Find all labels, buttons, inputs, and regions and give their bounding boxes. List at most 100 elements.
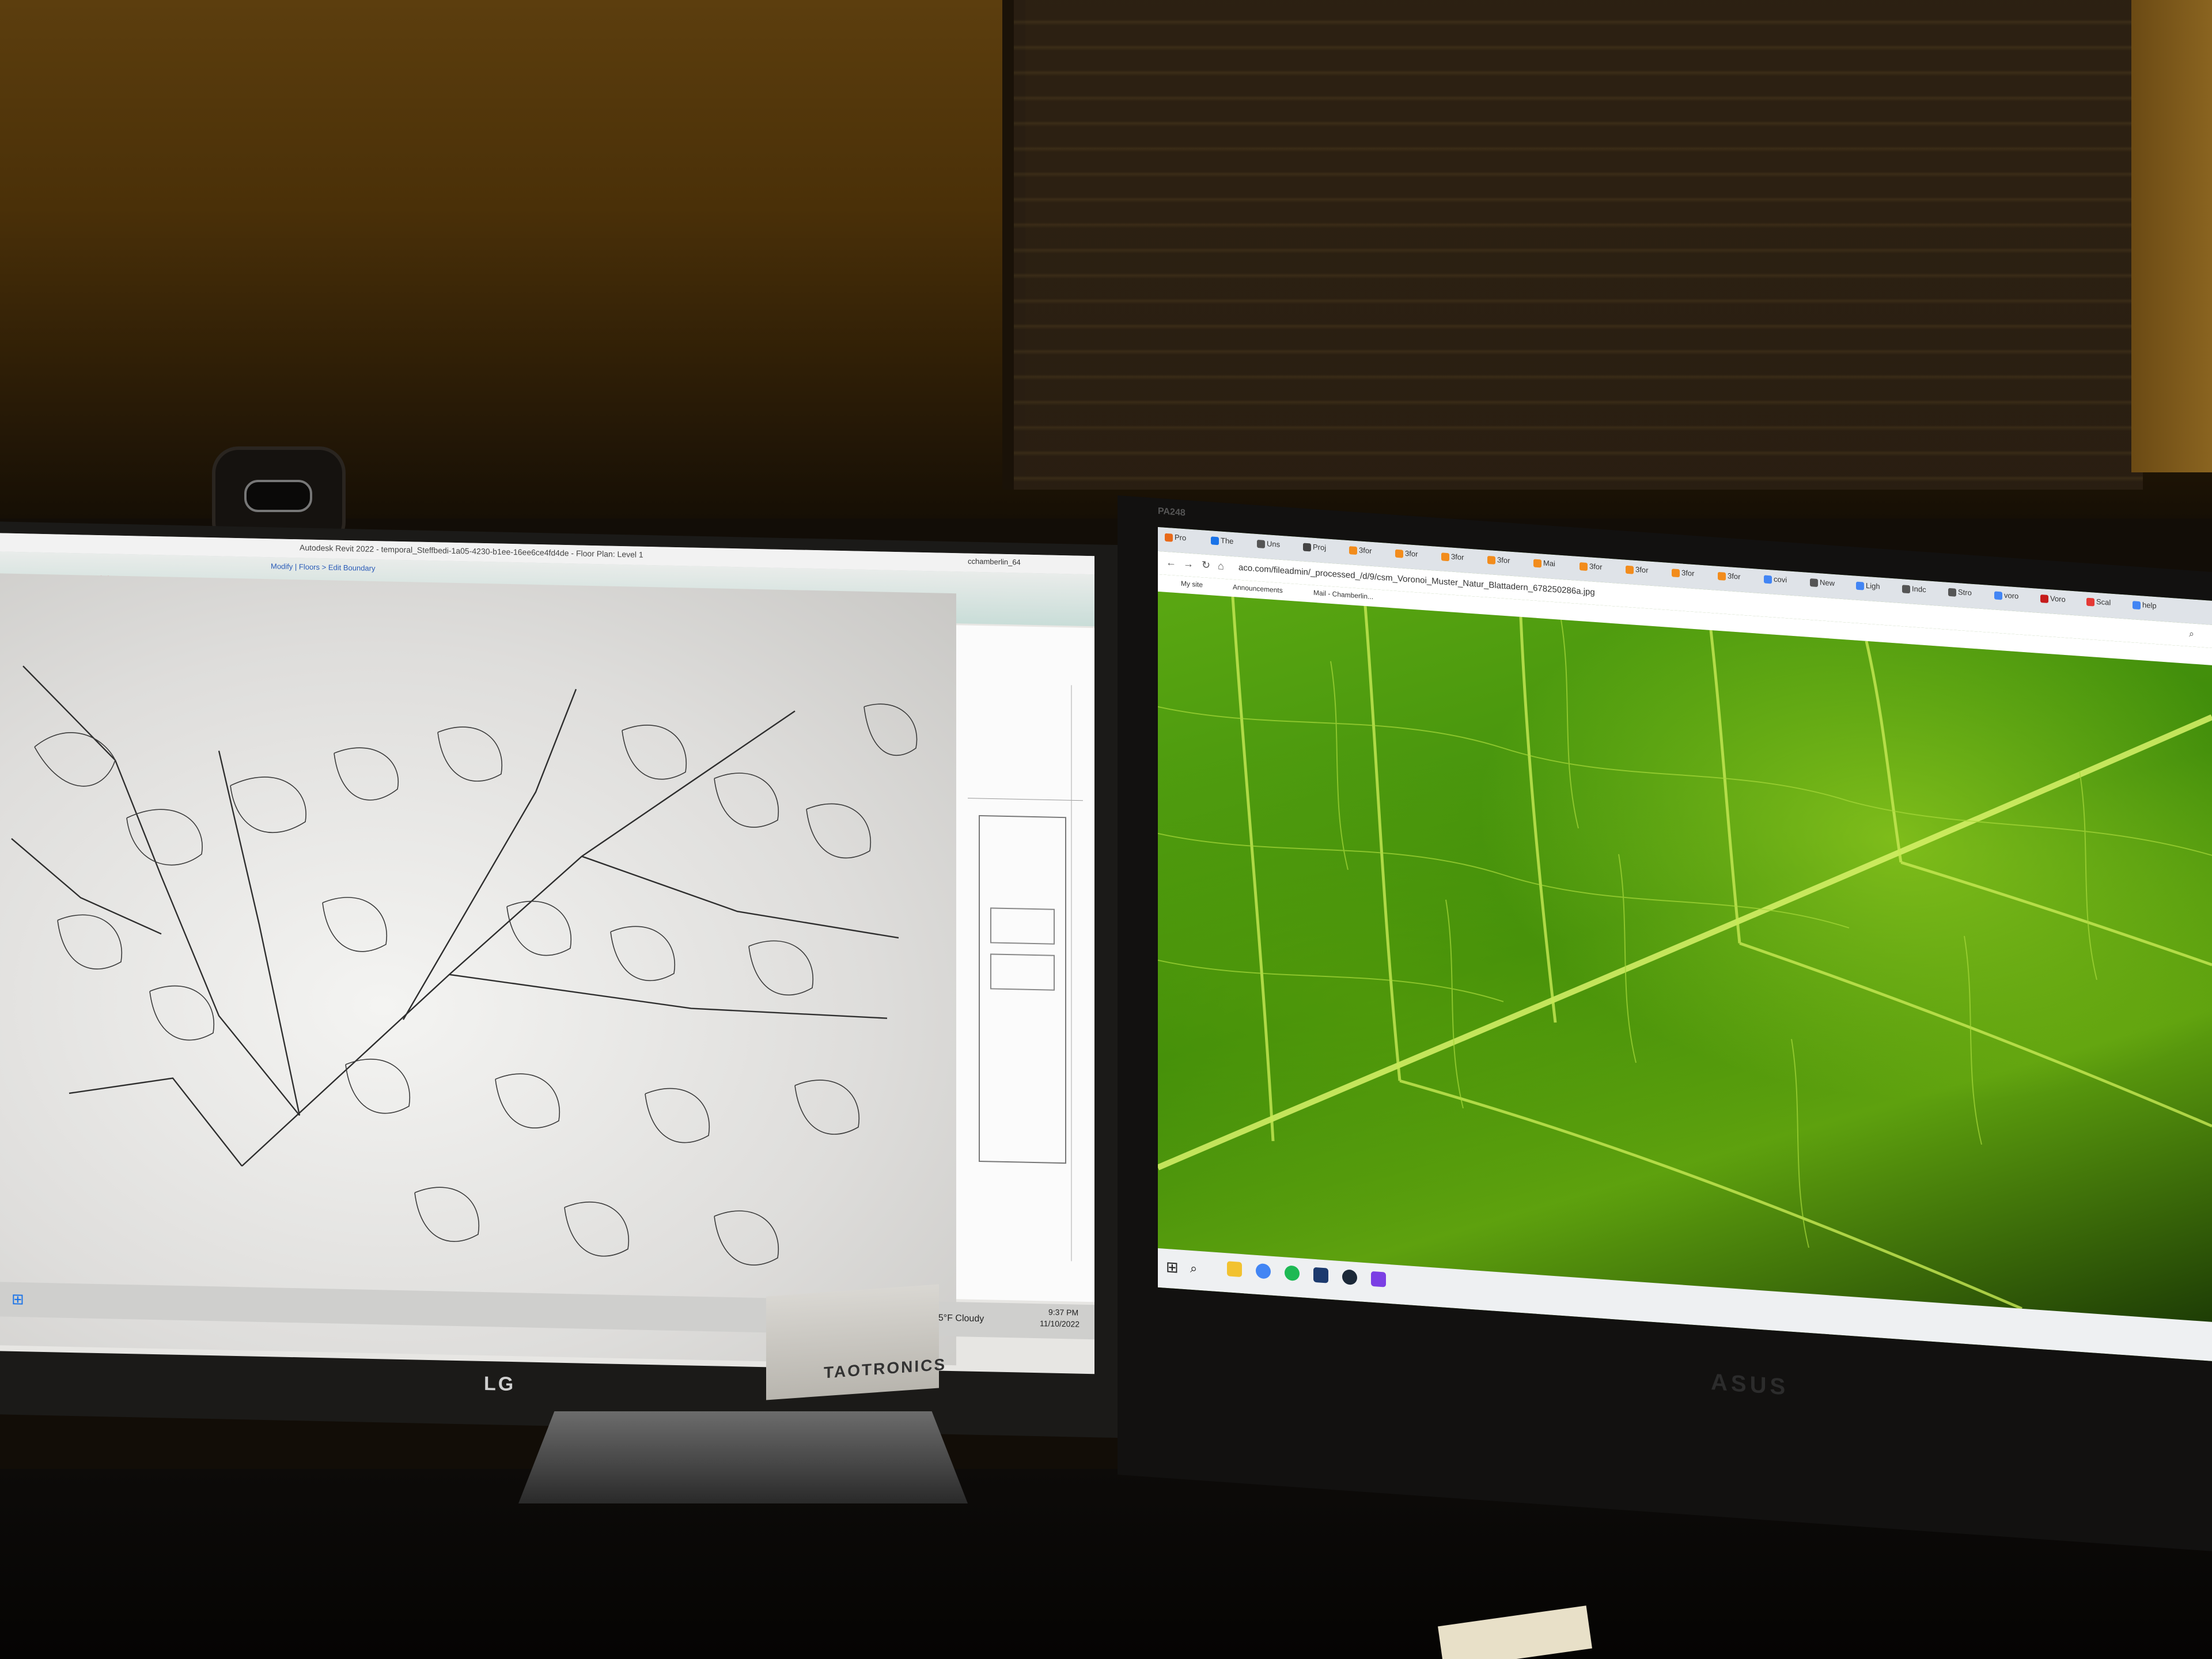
browser-tab[interactable]: 3for [1349,545,1377,564]
app-icon[interactable] [1371,1271,1386,1287]
browser-tab[interactable]: Pro [1165,532,1192,551]
tab-favicon-icon [1441,552,1449,561]
photo-scene: Autodesk Revit 2022 - temporal_Steffbedi… [0,0,2212,1659]
tab-favicon-icon [1165,533,1173,542]
browser-tab[interactable]: voro [1994,590,2022,609]
tab-favicon-icon [1764,575,1772,584]
left-monitor: Autodesk Revit 2022 - temporal_Steffbedi… [0,521,1118,1438]
browser-tab[interactable]: 3for [1672,567,1699,586]
browser-tab[interactable]: New [1810,577,1838,596]
browser-tab[interactable]: 3for [1487,555,1515,574]
tab-label: 3for [1728,571,1741,581]
browser-tab[interactable]: 3for [1441,551,1469,570]
browser-tab[interactable]: 3for [1580,561,1607,580]
browser-tab[interactable]: Stro [1948,587,1976,606]
browser-tab[interactable]: 3for [1395,548,1423,567]
speaker [766,1284,939,1400]
window-blind [1014,0,2143,490]
tab-label: Ligh [1866,581,1880,591]
tab-label: 3for [1405,548,1418,559]
right-screen: Pro The Uns Proj 3for 3for 3for 3for Mai 3for 3for… [1158,527,2212,1361]
search-icon[interactable]: ⌕ [1190,1261,1197,1277]
floor-plan-view[interactable] [956,625,1094,1302]
reload-icon[interactable]: ↻ [1202,559,1210,571]
webcam-lens-icon [244,480,312,512]
tab-label: 3for [1589,562,1603,571]
tab-favicon-icon [1626,565,1634,574]
tab-label: help [2142,600,2157,611]
tab-favicon-icon [1303,543,1311,552]
browser-tab[interactable]: Ligh [1856,581,1884,600]
tab-label: The [1221,536,1234,546]
tab-label: Scal [2096,597,2111,607]
tab-favicon-icon [1810,578,1818,587]
tab-label: voro [2004,590,2019,601]
revit-icon[interactable] [1313,1267,1328,1283]
home-icon[interactable]: ⌂ [1218,560,1224,573]
tab-favicon-icon [2133,600,2141,609]
tab-favicon-icon [1211,536,1219,545]
windows-start-icon[interactable]: ⊞ [1166,1258,1179,1277]
tab-label: 3for [1451,552,1464,562]
browser-tab[interactable]: 3for [1718,571,1745,590]
tab-favicon-icon [1856,581,1864,590]
browser-tab[interactable]: Proj [1303,542,1331,561]
tab-favicon-icon [1948,588,1956,597]
browser-tab[interactable]: The [1211,535,1238,554]
tab-favicon-icon [1718,571,1726,581]
tab-label: covi [1774,574,1787,585]
tab-label: Indc [1912,584,1926,594]
leaf-vein-tracing [0,573,956,1366]
user-label[interactable]: cchamberlin_64 [968,557,1021,567]
windows-start-icon[interactable]: ⊞ [12,1290,24,1308]
tab-label: Voro [2050,594,2066,604]
browser-tab[interactable]: Mai [1533,558,1561,577]
back-icon[interactable]: ← [1166,556,1176,569]
tab-label: 3for [1681,568,1695,578]
floor-plan-lines [968,685,1083,1262]
tab-label: Proj [1313,542,1327,552]
left-screen: Autodesk Revit 2022 - temporal_Steffbedi… [0,533,1094,1374]
tab-favicon-icon [2040,594,2048,603]
zoom-icon[interactable]: ⌕ [2189,629,2194,640]
weather-widget[interactable]: 55°F Cloudy [933,1313,984,1324]
forward-icon[interactable]: → [1183,558,1194,570]
vein-drawing [11,665,918,1266]
tab-label: Stro [1958,588,1972,597]
tab-label: 3for [1497,555,1510,565]
tab-label: Uns [1267,539,1281,549]
tab-favicon-icon [1395,549,1403,558]
browser-tab[interactable]: Scal [2086,597,2114,616]
leaf-vein-image [1158,591,2212,1322]
file-explorer-icon[interactable] [1227,1261,1242,1278]
tab-favicon-icon [1349,546,1357,555]
tab-favicon-icon [1257,539,1265,548]
tab-favicon-icon [1994,590,2002,600]
window-title: Autodesk Revit 2022 - temporal_Steffbedi… [300,543,643,559]
browser-tab[interactable]: Uns [1257,539,1285,558]
browser-tab[interactable]: covi [1764,574,1791,593]
monitor-model-label: PA248 [1158,506,1185,518]
date[interactable]: 11/10/2022 [1040,1319,1080,1328]
browser-tab[interactable]: Voro [2040,593,2068,612]
tab-favicon-icon [2086,597,2094,607]
browser-tab[interactable]: Indc [1902,584,1930,603]
bookmark-my-site[interactable]: My site [1181,579,1203,589]
browser-tab[interactable]: help [2133,600,2160,619]
lg-logo: LG [484,1373,516,1396]
asus-logo: ASUS [1711,1369,1789,1400]
browser-tab[interactable]: 3for [1626,565,1653,584]
tab-favicon-icon [1902,584,1910,593]
breadcrumb: Modify | Floors > Edit Boundary [271,562,376,573]
tab-label: 3for [1359,546,1372,555]
right-monitor: PA248 Pro The Uns Proj 3for 3for 3for 3for Mai 3f… [1118,495,2212,1551]
clock[interactable]: 9:37 PM [1048,1308,1078,1317]
leaf-veins [1158,596,2212,1310]
tab-label: Pro [1175,532,1187,543]
tab-label: Mai [1543,558,1555,569]
tab-label: New [1820,578,1835,588]
tab-favicon-icon [1487,555,1495,565]
tab-favicon-icon [1672,568,1680,577]
left-monitor-stand [518,1411,968,1503]
tab-favicon-icon [1533,559,1541,568]
